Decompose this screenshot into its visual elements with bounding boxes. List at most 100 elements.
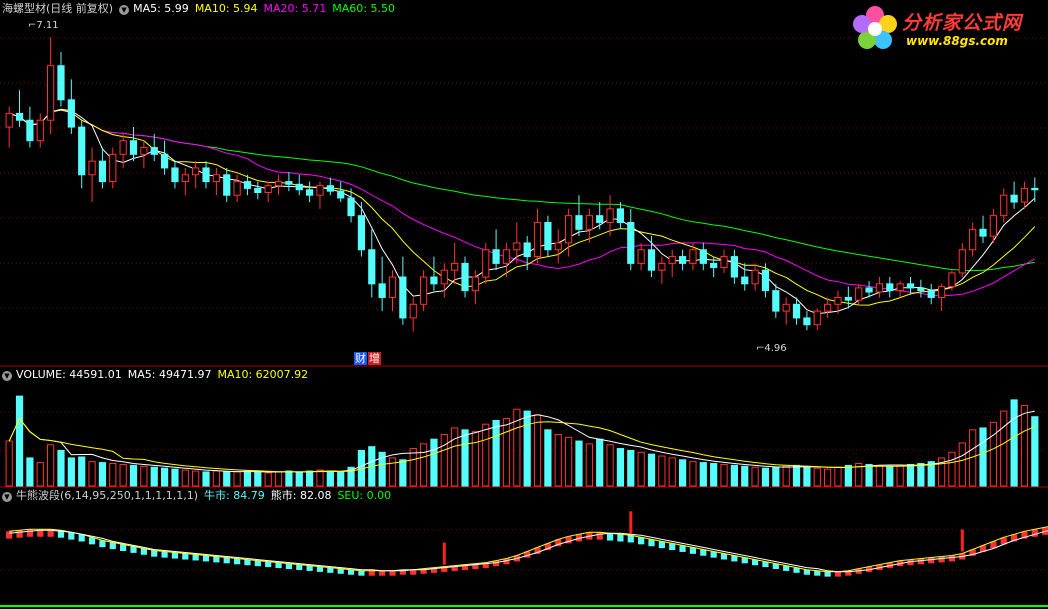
- chevron-down-icon[interactable]: ▼: [2, 492, 12, 502]
- logo-url[interactable]: www.88gs.com: [906, 34, 1008, 48]
- volume-bar: [616, 448, 625, 487]
- volume-bar: [140, 465, 148, 487]
- volume-value: VOLUME: 44591.01: [16, 368, 122, 381]
- bull-band-bar: [130, 546, 137, 553]
- candlestick: [554, 229, 562, 264]
- price-header: 海螺型材(日线 前复权) ▼ MA5: 5.99 MA10: 5.94 MA20: 5.…: [2, 2, 401, 16]
- candle-body: [409, 303, 417, 319]
- period-label: (日线 前复权): [46, 2, 114, 15]
- bull-band-bar: [306, 565, 313, 571]
- candle-body: [461, 262, 469, 292]
- volume-bar: [67, 457, 75, 487]
- volume-bar: [989, 421, 997, 487]
- bull-band-bar: [223, 557, 230, 564]
- bull-band-bar: [368, 570, 375, 576]
- site-logo: 分析家公式网 www.88gs.com: [850, 4, 1040, 54]
- volume-bar: [440, 434, 448, 487]
- logo-title: 分析家公式网: [902, 12, 1023, 34]
- candlestick: [254, 181, 262, 200]
- bull-band-bar: [171, 552, 179, 559]
- candle-body: [316, 185, 324, 196]
- candle-body: [710, 262, 718, 268]
- candlestick: [337, 181, 345, 203]
- candlestick: [772, 283, 780, 318]
- bull-band-bar: [803, 569, 811, 575]
- chevron-down-icon[interactable]: ▼: [119, 5, 130, 15]
- candlestick: [782, 297, 790, 325]
- candlestick: [140, 140, 148, 168]
- badge-increase[interactable]: 增: [368, 352, 381, 365]
- bull-band-bar: [358, 570, 365, 576]
- candlestick: [886, 277, 894, 298]
- volume-bar: [15, 395, 24, 487]
- candle-body: [658, 262, 666, 271]
- candle-body: [419, 276, 428, 305]
- candle-body: [958, 249, 966, 274]
- volume-bar: [741, 465, 749, 487]
- volume-bar: [295, 471, 303, 487]
- candle-body: [1010, 194, 1018, 203]
- candle-body: [969, 228, 977, 251]
- candle-body: [150, 147, 158, 155]
- volume-bar: [875, 464, 884, 487]
- badge-finance[interactable]: 财: [354, 352, 367, 365]
- candle-body: [295, 183, 303, 191]
- bull-band-bar: [928, 557, 935, 564]
- candle-body: [129, 140, 138, 155]
- bull-band-bar: [182, 553, 189, 560]
- volume-bar: [844, 464, 852, 487]
- volume-bar: [202, 471, 210, 487]
- candle-body: [482, 249, 490, 278]
- candle-body: [140, 147, 148, 155]
- candlestick: [533, 208, 542, 264]
- bull-band-bar: [938, 556, 945, 563]
- candlestick: [67, 79, 75, 134]
- bull-band-bar: [379, 570, 386, 576]
- volume-bar: [824, 468, 832, 487]
- candlestick: [844, 286, 852, 309]
- candlestick: [5, 106, 13, 148]
- stock-name[interactable]: 海螺型材: [2, 2, 46, 15]
- candle-body: [989, 215, 997, 237]
- bull-band-bar: [233, 558, 241, 565]
- bull-band-bar: [6, 531, 13, 539]
- candle-body: [937, 286, 946, 298]
- candle-body: [886, 283, 894, 292]
- volume-header: ▼ VOLUME: 44591.01 MA5: 49471.97 MA10: 6200…: [2, 368, 314, 382]
- bull-band-bar: [99, 540, 106, 548]
- high-price-label: ⌐7.11: [28, 20, 59, 31]
- candle-body: [78, 126, 86, 176]
- seu-value: SEU: 0.00: [337, 489, 392, 502]
- chevron-down-icon[interactable]: ▼: [2, 371, 12, 381]
- candle-body: [803, 317, 811, 326]
- candle-body: [430, 276, 438, 285]
- candlestick: [937, 283, 946, 312]
- candlestick: [274, 174, 283, 196]
- candle-body: [896, 283, 904, 292]
- bull-band-bar: [120, 544, 127, 551]
- candle-body: [730, 256, 738, 278]
- candle-body: [927, 290, 935, 298]
- candlestick: [813, 308, 821, 331]
- bull-band-bar: [109, 542, 116, 550]
- candle-body: [326, 185, 334, 192]
- volume-bar: [720, 463, 728, 487]
- candle-body: [513, 242, 521, 251]
- volume-bar: [492, 419, 500, 487]
- candle-body: [357, 215, 366, 251]
- volume-bar: [596, 438, 604, 487]
- volume-bar: [109, 463, 117, 487]
- volume-bar: [710, 463, 718, 487]
- volume-bar: [26, 457, 34, 487]
- candlestick: [969, 222, 977, 257]
- volume-bar: [792, 464, 801, 487]
- candle-body: [243, 181, 252, 189]
- volume-bar: [129, 464, 138, 487]
- volume-bar: [212, 470, 220, 487]
- candle-body: [865, 287, 873, 293]
- candlestick: [119, 133, 127, 168]
- candle-body: [544, 221, 552, 251]
- bull-band-bar: [638, 537, 645, 545]
- candlestick: [295, 174, 303, 196]
- volume-bar: [772, 466, 780, 487]
